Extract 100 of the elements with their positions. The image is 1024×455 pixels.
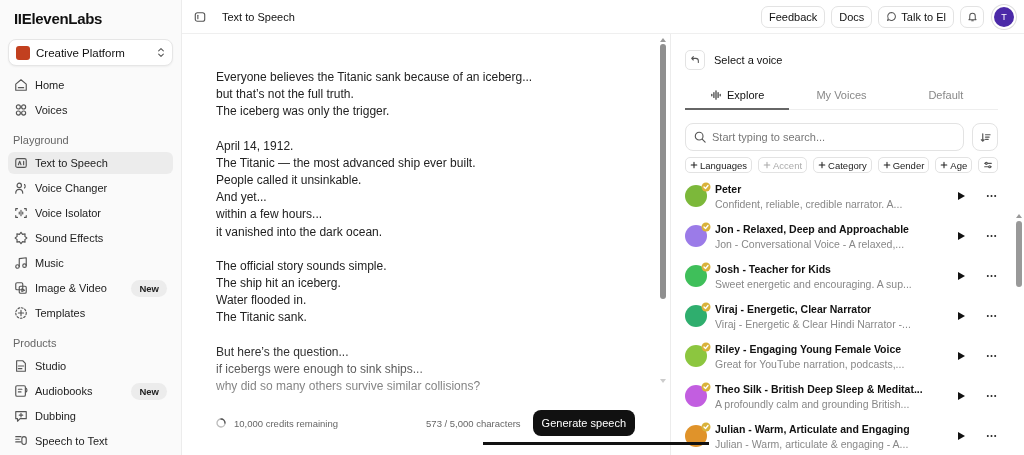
play-icon xyxy=(956,391,966,401)
header-button[interactable]: Feedback xyxy=(761,5,826,28)
waveform-icon xyxy=(710,90,722,100)
chevron-updown-icon xyxy=(157,47,165,59)
filter-chip[interactable]: Languages xyxy=(685,157,753,173)
plus-circle-icon xyxy=(14,306,28,321)
text-line: The ship hit an iceberg. xyxy=(216,275,341,293)
sidebar-item[interactable]: Templates xyxy=(8,302,173,325)
sidebar-item[interactable]: Voice Isolator xyxy=(8,202,173,225)
section-heading: Playground xyxy=(12,133,70,149)
person-wave-icon xyxy=(14,181,28,196)
text-line: The Titanic sank. xyxy=(216,309,307,327)
voice-name: Julian - Warm, Articulate and Engaging xyxy=(715,422,911,435)
plus-icon xyxy=(882,161,891,169)
user-avatar[interactable]: T xyxy=(994,6,1014,27)
voice-name: Theo Silk - British Deep Sleep & Meditat... xyxy=(715,382,924,395)
character-count: 573 / 5,000 characters xyxy=(426,417,521,429)
workspace-selector[interactable]: Creative Platform xyxy=(8,39,173,67)
sidebar-item[interactable]: Voices xyxy=(8,99,173,122)
workspace-logo-icon xyxy=(16,45,30,60)
voice-tab[interactable]: Explore xyxy=(685,82,790,110)
plus-icon xyxy=(940,161,949,169)
voice-description: Confident, reliable, credible narrator. A... xyxy=(715,197,904,210)
voice-description: A profoundly calm and grounding British... xyxy=(715,397,911,410)
ellipsis-icon xyxy=(985,394,997,398)
notifications-button[interactable] xyxy=(960,5,984,28)
sidebar-item[interactable]: Sound Effects xyxy=(8,227,173,250)
filter-chip[interactable]: Category xyxy=(813,157,872,173)
sidebar-item[interactable]: Speech to Text xyxy=(8,430,173,453)
text-line: But here’s the question... xyxy=(216,343,349,361)
verified-badge-icon xyxy=(701,342,711,352)
play-icon xyxy=(956,431,966,441)
document-icon xyxy=(14,359,28,374)
voice-description: Julian - Warm, articulate & engaging - A... xyxy=(715,437,910,450)
credits-remaining: 10,000 credits remaining xyxy=(234,417,340,429)
verified-badge-icon xyxy=(701,262,711,272)
text-line: within a few hours... xyxy=(216,206,323,224)
filter-chip[interactable]: Age xyxy=(935,157,973,173)
text-line: The official story sounds simple. xyxy=(216,257,387,275)
text-line: but that’s not the full truth. xyxy=(216,86,354,104)
sidebar-item[interactable]: Image & Video New xyxy=(8,277,173,300)
home-icon xyxy=(14,78,28,93)
image-video-icon xyxy=(14,281,28,296)
search-field[interactable]: Start typing to search... xyxy=(685,123,964,151)
text-audio-icon xyxy=(14,156,28,171)
filter-settings-button[interactable] xyxy=(978,157,999,173)
play-icon xyxy=(956,271,966,281)
voice-description: Viraj - Energetic & Clear Hindi Narrator -... xyxy=(715,317,912,330)
text-line: People called it unsinkable. xyxy=(216,172,362,189)
sidebar-item[interactable]: Home xyxy=(8,74,173,97)
panel-title: Select a voice xyxy=(714,54,783,66)
sidebar-item[interactable]: Dubbing xyxy=(8,405,173,428)
verified-badge-icon xyxy=(701,382,711,392)
play-icon xyxy=(956,311,966,321)
header-button[interactable]: Docs xyxy=(831,5,873,28)
search-icon xyxy=(694,131,706,143)
sidebar-item[interactable]: Audiobooks New xyxy=(8,380,173,403)
ellipsis-icon xyxy=(985,194,997,198)
new-badge: New xyxy=(131,382,167,400)
ellipsis-icon xyxy=(985,434,997,438)
voice-description: Sweet energetic and encouraging. A sup... xyxy=(715,277,913,290)
text-line: The iceberg was only the trigger. xyxy=(216,103,390,121)
isolate-icon xyxy=(14,206,28,221)
logo: IIElevenLabs xyxy=(13,9,104,29)
sidebar-item[interactable]: Music xyxy=(8,252,173,275)
spinner-icon xyxy=(216,418,226,428)
header-button[interactable]: Talk to El xyxy=(878,5,954,28)
filter-chip[interactable]: Gender xyxy=(877,157,930,173)
sort-button[interactable] xyxy=(972,123,998,151)
play-icon xyxy=(956,351,966,361)
voice-tab[interactable]: My Voices xyxy=(789,82,894,110)
scrollbar[interactable] xyxy=(659,38,667,383)
generate-speech-button[interactable]: Generate speech xyxy=(532,410,635,436)
text-line: if icebergs were enough to sink ships... xyxy=(216,360,423,378)
sort-icon xyxy=(979,131,991,143)
ellipsis-icon xyxy=(985,354,997,358)
voice-description: Great for YouTube narration, podcasts,... xyxy=(715,357,906,370)
dubbing-icon xyxy=(14,409,28,424)
voice-name: Riley - Engaging Young Female Voice xyxy=(715,342,903,355)
text-line: Water flooded in. xyxy=(216,292,307,310)
voice-name: Peter xyxy=(715,182,743,195)
voice-name: Jon - Relaxed, Deep and Approachable xyxy=(715,222,910,235)
text-line: And yet... xyxy=(216,189,267,207)
sidebar-item[interactable]: Voice Changer xyxy=(8,177,173,200)
verified-badge-icon xyxy=(701,422,711,432)
sidebar-toggle-icon xyxy=(194,10,206,23)
circles-icon xyxy=(14,103,28,118)
ellipsis-icon xyxy=(985,274,997,278)
text-line: why did so many others survive similar collisions? xyxy=(216,378,481,396)
book-audio-icon xyxy=(14,384,28,399)
sliders-icon xyxy=(983,160,994,170)
return-arrow-icon xyxy=(690,55,700,65)
voice-description: Jon - Conversational Voice - A relaxed,... xyxy=(715,237,906,250)
verified-badge-icon xyxy=(701,302,711,312)
ellipsis-icon xyxy=(985,314,997,318)
back-button[interactable] xyxy=(685,50,705,70)
sidebar-item[interactable]: Text to Speech xyxy=(8,152,173,175)
voice-tab[interactable]: Default xyxy=(893,82,998,110)
sidebar-item[interactable]: Studio xyxy=(8,355,173,378)
text-line: it vanished into the dark ocean. xyxy=(216,223,383,241)
